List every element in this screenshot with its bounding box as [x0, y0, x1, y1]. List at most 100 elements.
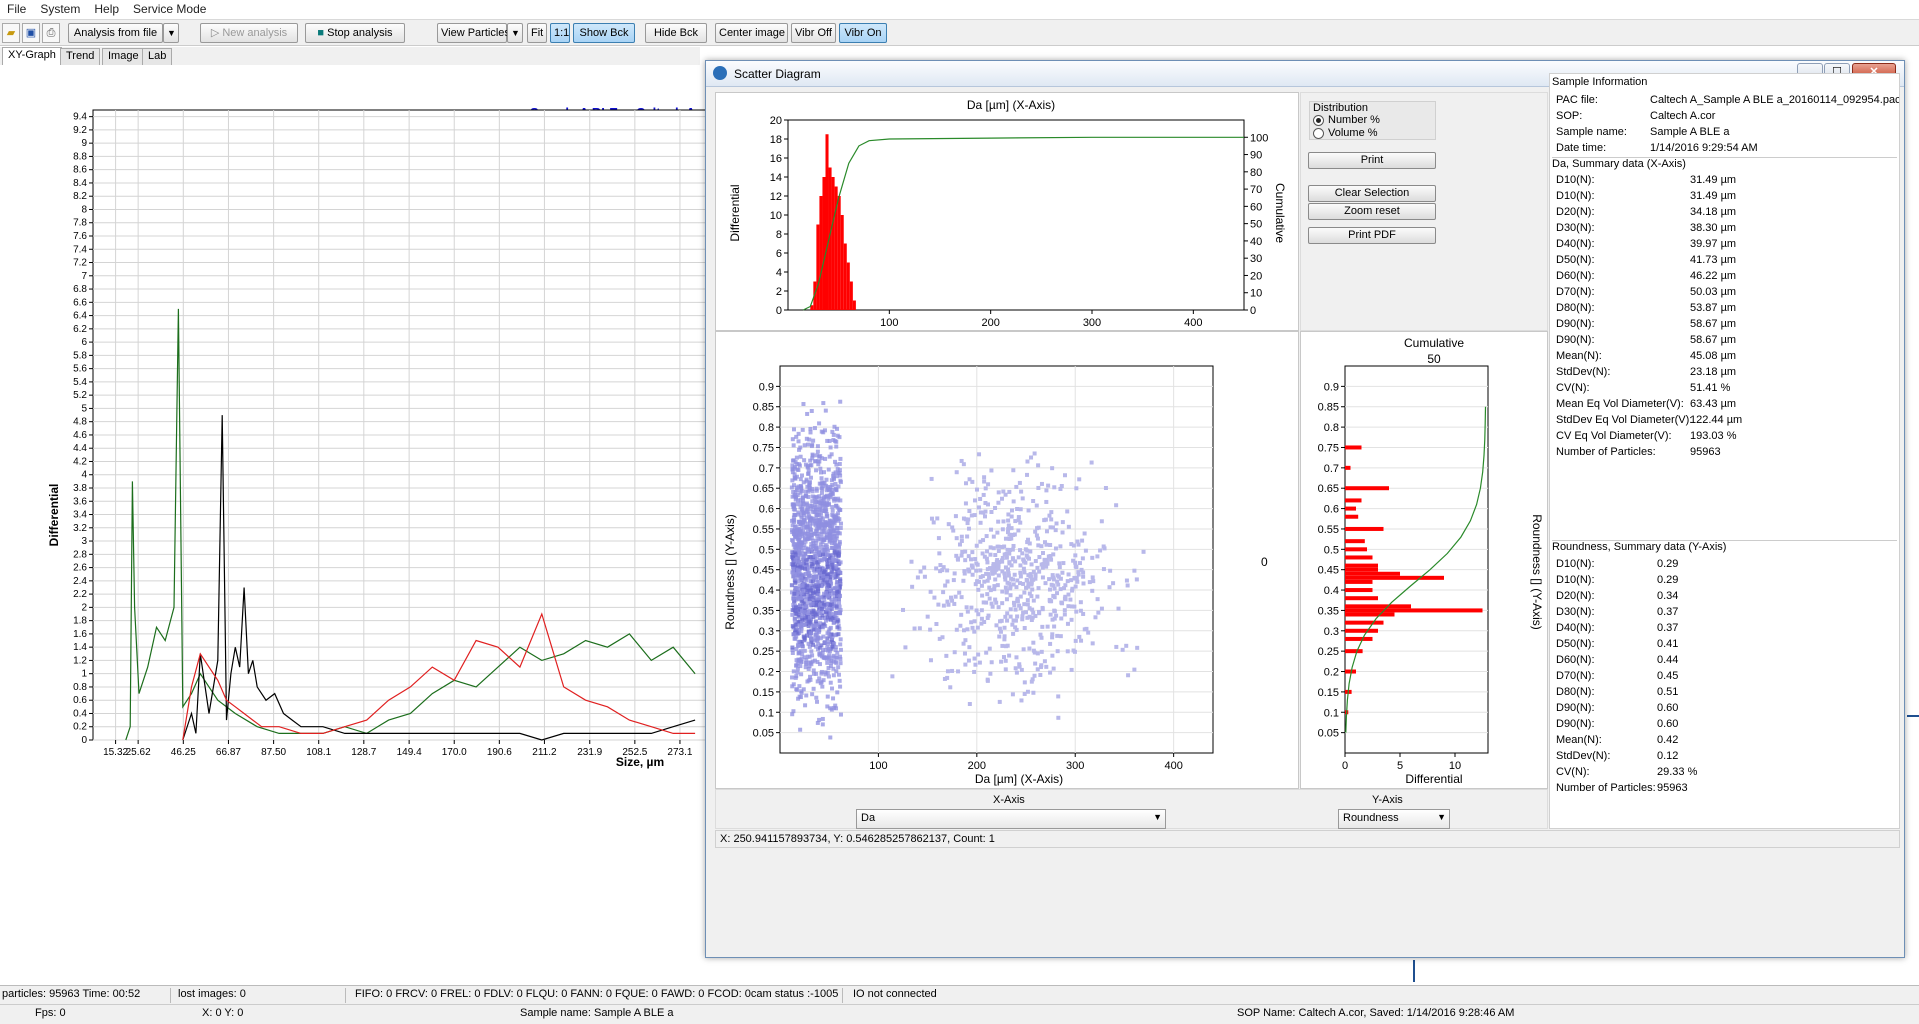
print-pdf-button[interactable]: Print PDF: [1308, 227, 1436, 244]
plot-frame: [787, 119, 1245, 311]
view-particles-button[interactable]: View Particles: [437, 23, 510, 43]
scatter-point: [984, 534, 989, 539]
histogram-bar: [1345, 620, 1384, 625]
scatter-point: [825, 576, 830, 581]
hide-bck-button[interactable]: Hide Bck: [645, 23, 707, 43]
clear-selection-button[interactable]: Clear Selection: [1308, 185, 1436, 202]
scatter-point: [1000, 589, 1005, 594]
scatter-point: [954, 470, 959, 475]
scatter-point: [1101, 544, 1106, 549]
number-radio[interactable]: [1313, 115, 1324, 126]
new-analysis-button[interactable]: ▷ New analysis: [200, 23, 298, 43]
tab-image[interactable]: Image: [102, 48, 145, 65]
scatter-point: [997, 634, 1002, 639]
scatter-point: [798, 497, 803, 502]
vibr-on-button[interactable]: Vibr On: [839, 23, 887, 43]
scatter-point: [1012, 572, 1017, 577]
center-image-button[interactable]: Center image: [715, 23, 788, 43]
scatter-point: [981, 510, 986, 515]
roundness-key: D40(N):: [1556, 622, 1595, 634]
scatter-point: [791, 515, 796, 520]
zoom-reset-button[interactable]: Zoom reset: [1308, 203, 1436, 220]
scatter-point: [973, 662, 978, 667]
vibr-off-button[interactable]: Vibr Off: [791, 23, 836, 43]
scatter-point: [817, 552, 822, 557]
menu-file[interactable]: File: [0, 0, 33, 18]
x-tick-label: 128.7: [351, 747, 376, 758]
roundness-value: 0.12: [1657, 750, 1679, 762]
scatter-point: [1061, 561, 1066, 566]
fit-button[interactable]: Fit: [527, 23, 547, 43]
analysis-from-file-button[interactable]: Analysis from file: [68, 23, 163, 43]
one-to-one-button[interactable]: 1:1: [550, 23, 570, 43]
scatter-point: [827, 454, 832, 459]
show-bck-button[interactable]: Show Bck: [573, 23, 635, 43]
open-folder-icon[interactable]: ▰: [2, 23, 20, 43]
scatter-point: [806, 619, 811, 624]
volume-radio[interactable]: [1313, 128, 1324, 139]
x-histogram-chart[interactable]: Da [µm] (X-Axis) Differential Cumulative…: [716, 93, 1298, 330]
y-axis-select[interactable]: Roundness ▼: [1338, 809, 1450, 829]
scatter-point: [1007, 536, 1012, 541]
splitter-handle[interactable]: [1907, 715, 1919, 717]
scatter-point: [1090, 588, 1095, 593]
scatter-point: [982, 475, 987, 480]
scatter-point: [833, 503, 838, 508]
scatter-point: [988, 552, 993, 557]
tab-xy-graph[interactable]: XY-Graph: [2, 47, 62, 65]
scatter-point: [1066, 604, 1071, 609]
scatter-point: [1003, 536, 1008, 541]
scatter-point: [1030, 615, 1035, 620]
y2-tick-label: 0: [1250, 305, 1256, 317]
scatter-diagram-window[interactable]: Scatter Diagram ▁ ☐ ✕ Da [µm] (X-Axis) D…: [705, 60, 1905, 958]
scatter-point: [966, 526, 971, 531]
scatter-point: [813, 574, 818, 579]
roundness-value: 0.41: [1657, 638, 1679, 650]
scatter-point: [967, 645, 972, 650]
histogram-bar: [819, 196, 823, 310]
scatter-point: [1080, 538, 1085, 543]
scatter-point: [807, 615, 812, 620]
y-tick-label: 2.4: [73, 576, 87, 587]
scatter-point: [805, 531, 810, 536]
cursor-readout: X: 250.941157893734, Y: 0.54628525786213…: [720, 833, 995, 845]
scatter-point: [994, 623, 999, 628]
chevron-down-icon[interactable]: ▼: [163, 23, 179, 43]
scatter-chart[interactable]: Roundness [] (Y-Axis) Da [µm] (X-Axis) 0…: [716, 332, 1298, 788]
histogram-bar: [822, 177, 826, 310]
y-tick-label: 3.2: [73, 523, 87, 534]
scatter-point: [1124, 578, 1129, 583]
menu-help[interactable]: Help: [87, 0, 126, 18]
y-histogram-chart[interactable]: Cumulative 50 Roundness [] (Y-Axis) Diff…: [1301, 332, 1547, 788]
histogram-bar: [1345, 612, 1395, 617]
tab-lab[interactable]: Lab: [142, 48, 173, 65]
scatter-point: [807, 483, 812, 488]
scatter-point: [838, 578, 843, 583]
scatter-point: [832, 541, 837, 546]
chevron-down-icon[interactable]: ▼: [507, 23, 523, 43]
histogram-bar: [1345, 604, 1411, 609]
stop-analysis-button[interactable]: ■ Stop analysis: [305, 23, 405, 43]
menu-service-mode[interactable]: Service Mode: [126, 0, 213, 18]
scatter-point: [989, 660, 994, 665]
scatter-point: [1002, 625, 1007, 630]
side-cumulative-value: 50: [1427, 352, 1441, 366]
y2-tick-label: 100: [1250, 132, 1268, 144]
scatter-point: [792, 591, 797, 596]
scatter-point: [1001, 519, 1006, 524]
print-button[interactable]: Print: [1308, 152, 1436, 169]
x-tick-label: 300: [1066, 760, 1084, 772]
tab-trend[interactable]: Trend: [60, 48, 101, 65]
x-axis-select[interactable]: Da ▼: [856, 809, 1166, 829]
scatter-point: [836, 546, 841, 551]
scatter-point: [1001, 655, 1006, 660]
menu-system[interactable]: System: [33, 0, 87, 18]
scatter-point: [793, 535, 798, 540]
printer-icon[interactable]: ⎙: [42, 23, 60, 43]
scatter-point: [838, 526, 843, 531]
scatter-point: [989, 510, 994, 515]
y-tick-label: 0.35: [753, 605, 774, 617]
scatter-point: [838, 712, 843, 717]
scatter-point: [835, 625, 840, 630]
save-icon[interactable]: ▣: [22, 23, 40, 43]
